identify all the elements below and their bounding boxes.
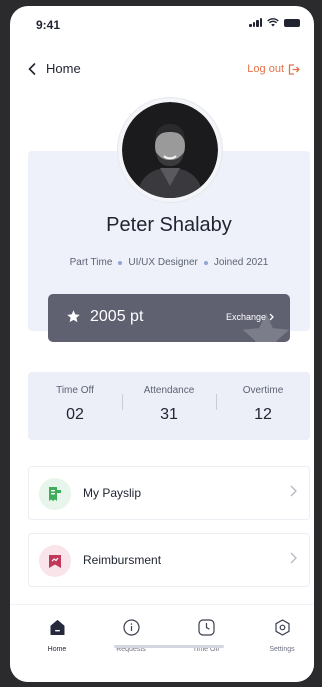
exchange-label: Exchange: [225, 312, 266, 322]
bookmark-icon: [39, 545, 71, 577]
nav-settings[interactable]: Settings: [252, 619, 312, 653]
chevron-left-icon: [28, 62, 36, 75]
stat-label: Overtime: [242, 385, 284, 396]
points-card: 2005 pt Exchange: [48, 294, 290, 342]
receipt-icon: [39, 478, 71, 510]
phone-screen: 9:41 Home Log out Peter Shalaby Part Tim…: [10, 6, 314, 682]
menu-item-payslip[interactable]: My Payslip: [28, 466, 310, 520]
stat-label: Time Off: [56, 385, 94, 396]
clock-icon: [176, 619, 236, 637]
stat-label: Attendance: [143, 385, 195, 396]
stats-panel: Time Off 02 Attendance 31 Overtime 12: [28, 372, 310, 440]
menu-item-label: Reimbursment: [83, 553, 162, 567]
chevron-right-icon: [290, 552, 297, 564]
chevron-right-icon: [269, 313, 274, 321]
chevron-right-icon: [290, 485, 297, 497]
profile-photo: [122, 102, 218, 198]
job-role: UI/UX Designer: [128, 257, 198, 268]
status-icons: [249, 18, 300, 27]
back-button[interactable]: Home: [28, 61, 81, 76]
profile-name: Peter Shalaby: [106, 214, 232, 236]
stat-attendance: Attendance 31: [122, 372, 216, 440]
info-icon: [101, 619, 161, 637]
settings-icon: [252, 619, 312, 637]
bottom-nav: Home Requests Time Off Settings: [10, 604, 314, 682]
separator-dot: [118, 260, 123, 265]
profile-meta: Part Time UI/UX Designer Joined 2021: [28, 257, 310, 268]
logout-label: Log out: [247, 63, 284, 75]
nav-label: Home: [47, 646, 67, 653]
wifi-icon: [267, 18, 279, 27]
nav-label: Settings: [269, 646, 295, 653]
menu-item-label: My Payslip: [83, 486, 142, 500]
separator-dot: [203, 260, 208, 265]
avatar: [118, 98, 222, 202]
home-indicator: [114, 645, 224, 648]
stat-value: 12: [254, 406, 272, 423]
signal-icon: [249, 18, 262, 27]
star-icon: [67, 310, 80, 323]
header: Home Log out: [10, 58, 314, 84]
exchange-button[interactable]: Exchange: [226, 312, 274, 322]
status-bar: 9:41: [10, 6, 314, 46]
logout-icon: [288, 63, 300, 75]
employment-type: Part Time: [69, 257, 113, 268]
join-date: Joined 2021: [213, 257, 269, 268]
status-time: 9:41: [36, 18, 61, 32]
logout-button[interactable]: Log out: [247, 63, 300, 75]
home-icon: [27, 619, 87, 637]
stat-value: 02: [66, 406, 84, 423]
page-title: Home: [46, 61, 81, 76]
nav-home[interactable]: Home: [27, 619, 87, 653]
stat-value: 31: [160, 406, 178, 423]
stat-overtime: Overtime 12: [216, 372, 310, 440]
points-value: 2005 pt: [90, 308, 144, 325]
battery-icon: [284, 18, 300, 27]
stat-time-off: Time Off 02: [28, 372, 122, 440]
menu-item-reimbursment[interactable]: Reimbursment: [28, 533, 310, 587]
